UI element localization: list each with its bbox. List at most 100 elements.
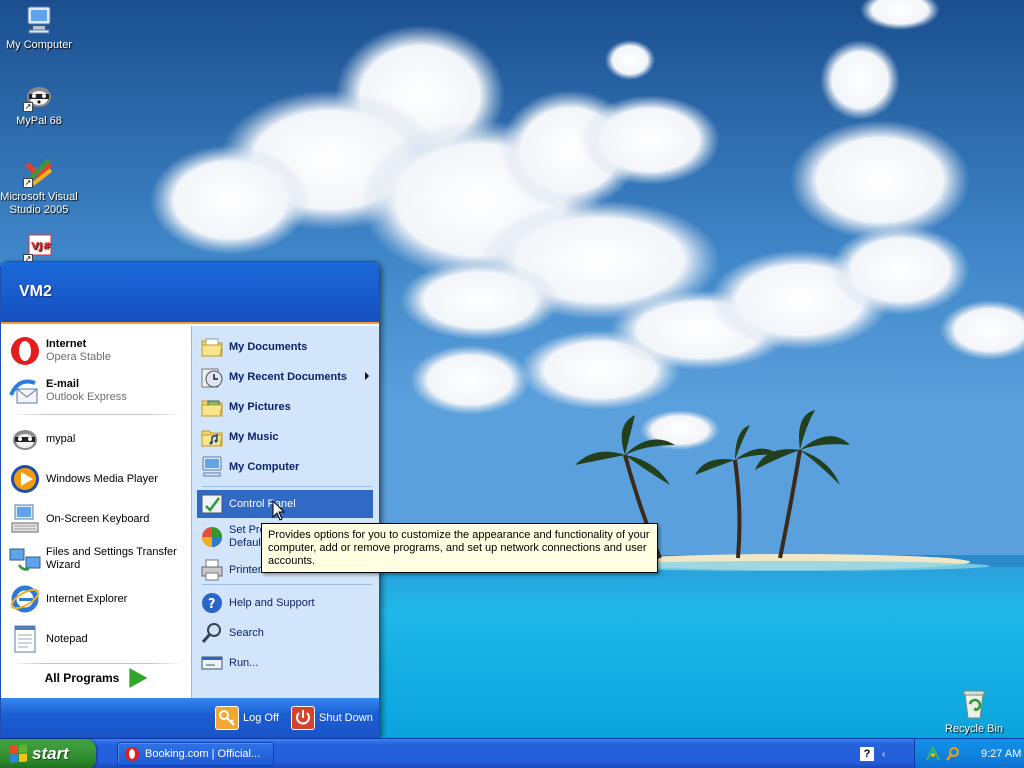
recent-item-internet-explorer[interactable]: Internet Explorer bbox=[9, 580, 187, 618]
help-label: Help and Support bbox=[229, 597, 315, 609]
recent-item-media-player[interactable]: Windows Media Player bbox=[9, 460, 187, 498]
mouse-cursor-icon bbox=[272, 500, 286, 521]
mypal-icon bbox=[9, 423, 41, 455]
pinned-item-subtitle: Outlook Express bbox=[46, 391, 127, 403]
search[interactable]: Search bbox=[197, 619, 373, 647]
start-menu-header: VM2 bbox=[1, 262, 379, 324]
place-my-pictures[interactable]: My Pictures bbox=[197, 393, 373, 421]
start-menu-footer: Log Off Shut Down bbox=[1, 698, 379, 737]
help-icon: ? bbox=[200, 591, 224, 615]
submenu-arrow-icon bbox=[365, 372, 369, 380]
pictures-folder-icon bbox=[200, 395, 224, 419]
desktop-icon-visual-studio[interactable]: ↗ Microsoft Visual Studio 2005 bbox=[0, 156, 78, 217]
folder-icon bbox=[200, 335, 224, 359]
start-button[interactable]: start bbox=[0, 739, 96, 768]
shut-down-label: Shut Down bbox=[319, 712, 373, 724]
separator bbox=[11, 414, 183, 415]
green-arrow-icon bbox=[129, 668, 148, 688]
recent-item-on-screen-keyboard[interactable]: On-Screen Keyboard bbox=[9, 500, 187, 538]
place-label: My Music bbox=[229, 431, 279, 443]
music-folder-icon bbox=[200, 425, 224, 449]
svg-text:VJ#: VJ# bbox=[31, 241, 51, 252]
network-icon[interactable] bbox=[925, 745, 941, 762]
tray-chevron-icon[interactable]: ‹ bbox=[882, 749, 885, 760]
recent-documents-icon bbox=[200, 365, 224, 389]
place-my-documents[interactable]: My Documents bbox=[197, 333, 373, 361]
recent-item-notepad[interactable]: Notepad bbox=[9, 620, 187, 658]
place-my-music[interactable]: My Music bbox=[197, 423, 373, 451]
place-label: My Recent Documents bbox=[229, 371, 347, 383]
start-label: start bbox=[32, 744, 69, 763]
search-icon[interactable] bbox=[945, 746, 961, 762]
help-and-support[interactable]: ? Help and Support bbox=[197, 589, 373, 617]
outlook-express-icon bbox=[9, 375, 41, 407]
recent-item-label: On-Screen Keyboard bbox=[46, 512, 150, 525]
shut-down-button[interactable]: Shut Down bbox=[291, 706, 373, 730]
recent-item-label: Notepad bbox=[46, 632, 88, 645]
vjsharp-icon: VJ# ↗ bbox=[23, 232, 55, 264]
recent-item-label: Internet Explorer bbox=[46, 592, 128, 605]
keyboard-icon bbox=[9, 503, 41, 535]
separator bbox=[202, 584, 372, 585]
pinned-item-title: E-mail bbox=[46, 378, 80, 390]
quick-launch-tray: ? ‹ bbox=[860, 745, 885, 763]
desktop-icon-label: Microsoft Visual Studio 2005 bbox=[0, 191, 78, 216]
desktop-icon-my-computer[interactable]: My Computer bbox=[0, 4, 78, 52]
opera-icon bbox=[124, 746, 140, 762]
opera-icon bbox=[9, 335, 41, 367]
pinned-item-internet[interactable]: Internet Opera Stable bbox=[9, 332, 187, 370]
desktop-icon-mypal[interactable]: ↗ MyPal 68 bbox=[0, 80, 78, 128]
windows-flag-icon bbox=[10, 744, 28, 763]
set-defaults-icon bbox=[200, 525, 224, 549]
internet-explorer-icon bbox=[9, 583, 41, 615]
log-off-button[interactable]: Log Off bbox=[215, 706, 279, 730]
recent-item-transfer-wizard[interactable]: Files and Settings Transfer Wizard bbox=[9, 540, 187, 578]
run-icon bbox=[200, 651, 224, 675]
user-name: VM2 bbox=[19, 283, 52, 300]
control-panel-icon bbox=[200, 492, 224, 516]
help-label: Run... bbox=[229, 657, 259, 669]
help-label: Search bbox=[229, 627, 264, 639]
place-label: My Computer bbox=[229, 461, 300, 473]
place-label: My Pictures bbox=[229, 401, 291, 413]
desktop-icon-label: Recycle Bin bbox=[944, 723, 1004, 735]
separator bbox=[202, 486, 372, 487]
svg-text:?: ? bbox=[208, 597, 216, 612]
desktop-icon-label: MyPal 68 bbox=[16, 115, 62, 127]
key-icon bbox=[215, 706, 239, 730]
taskbar-button-booking[interactable]: Booking.com | Official... bbox=[117, 742, 274, 766]
shortcut-arrow-icon: ↗ bbox=[23, 102, 33, 112]
shortcut-arrow-icon: ↗ bbox=[23, 178, 33, 188]
pinned-item-email[interactable]: E-mail Outlook Express bbox=[9, 372, 187, 410]
clock[interactable]: 9:27 AM bbox=[981, 748, 1021, 760]
all-programs-button[interactable]: All Programs bbox=[1, 658, 191, 698]
run[interactable]: Run... bbox=[197, 649, 373, 677]
recycle-bin-icon bbox=[958, 688, 990, 720]
place-label: My Documents bbox=[229, 341, 308, 353]
place-my-computer[interactable]: My Computer bbox=[197, 453, 373, 481]
my-computer-icon bbox=[23, 4, 55, 36]
desktop-icon-label: My Computer bbox=[5, 39, 73, 51]
mypal-icon: ↗ bbox=[23, 80, 55, 112]
desktop-icon-recycle-bin[interactable]: Recycle Bin bbox=[935, 688, 1013, 736]
transfer-wizard-icon bbox=[9, 543, 41, 575]
taskbar: start Booking.com | Official... ? ‹ 9:27… bbox=[0, 738, 1024, 768]
recent-item-label: Files and Settings Transfer Wizard bbox=[46, 546, 177, 571]
visual-studio-icon: ↗ bbox=[23, 156, 55, 188]
log-off-label: Log Off bbox=[243, 712, 279, 724]
start-menu: VM2 Internet Opera Stable E-mail Outlook E… bbox=[0, 261, 380, 738]
my-computer-icon bbox=[200, 455, 224, 479]
place-my-recent-documents[interactable]: My Recent Documents bbox=[197, 363, 373, 391]
recent-item-mypal[interactable]: mypal bbox=[9, 420, 187, 458]
all-programs-label: All Programs bbox=[44, 671, 120, 685]
system-tray: 9:27 AM bbox=[914, 739, 1024, 768]
notepad-icon bbox=[9, 623, 41, 655]
search-icon bbox=[200, 621, 224, 645]
power-icon bbox=[291, 706, 315, 730]
help-icon[interactable]: ? bbox=[860, 747, 874, 761]
control-panel-tooltip: Provides options for you to customize th… bbox=[261, 523, 658, 573]
printer-icon bbox=[200, 558, 224, 582]
recent-item-label: Windows Media Player bbox=[46, 472, 158, 485]
pinned-item-title: Internet bbox=[46, 338, 87, 350]
taskbar-button-label: Booking.com | Official... bbox=[145, 748, 261, 760]
